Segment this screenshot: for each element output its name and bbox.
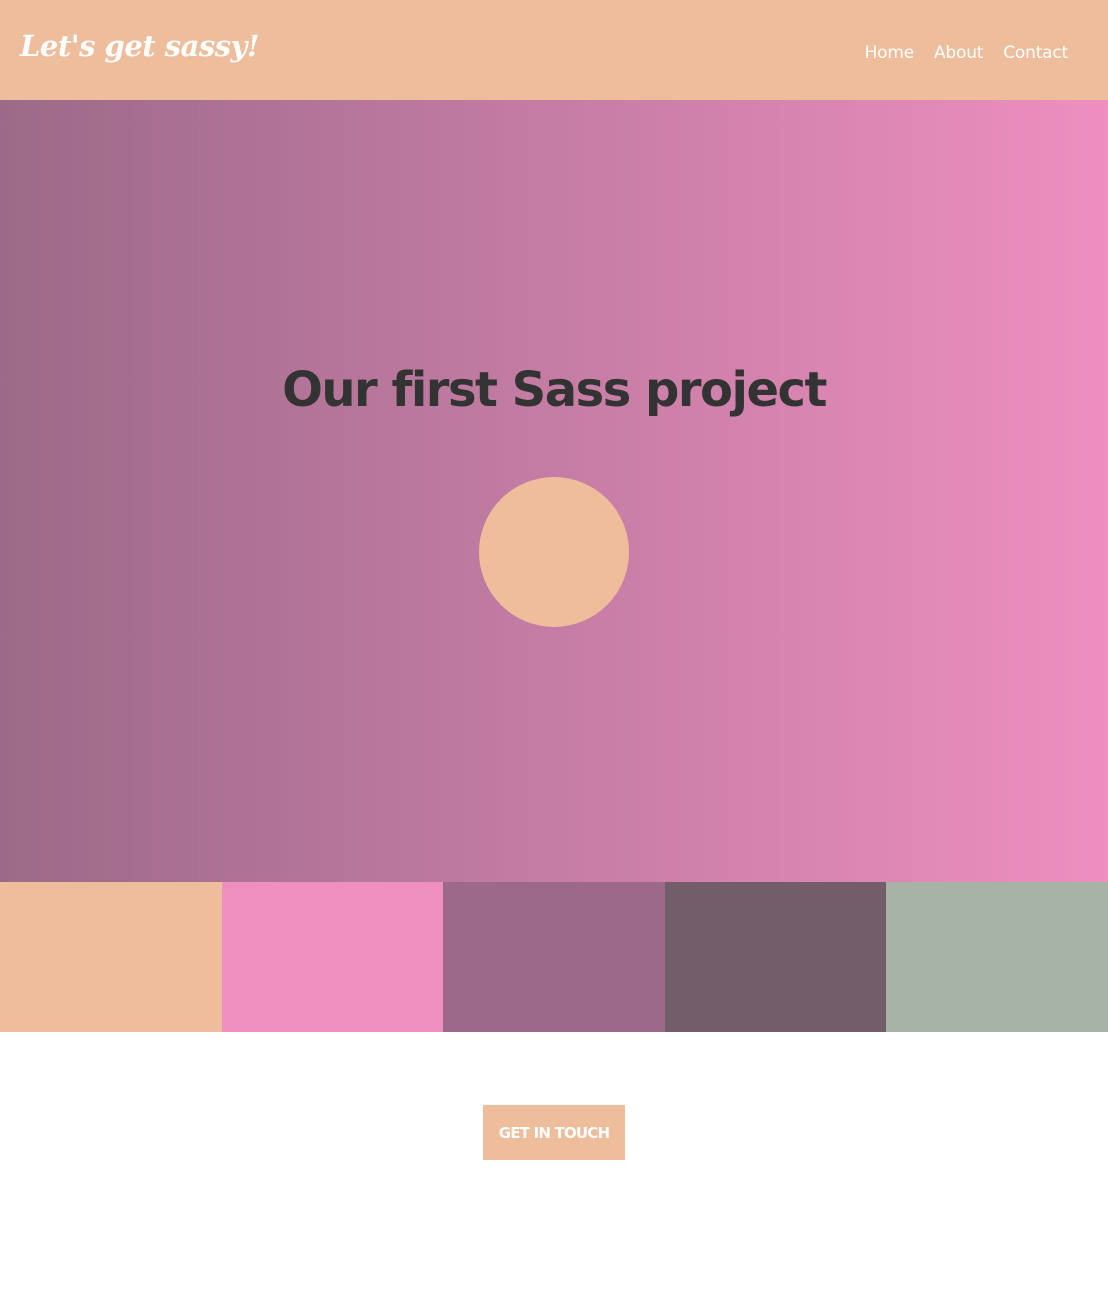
swatch-1 <box>0 882 222 1032</box>
nav-link-home[interactable]: Home <box>865 43 915 63</box>
swatch-3 <box>443 882 665 1032</box>
swatch-4 <box>664 882 887 1032</box>
site-logo[interactable]: Let's get sassy! <box>20 24 260 68</box>
swatch-2 <box>221 882 444 1032</box>
nav-link-about[interactable]: About <box>934 43 983 63</box>
site-header: Let's get sassy! Home About Contact <box>0 0 1108 100</box>
color-swatches <box>0 882 1108 1032</box>
hero-circle <box>479 477 629 627</box>
main-nav: Home About Contact <box>865 42 1069 64</box>
nav-item-home: Home <box>865 42 915 64</box>
nav-link-contact[interactable]: Contact <box>1003 43 1068 63</box>
hero-section: Our first Sass project <box>0 100 1108 882</box>
nav-item-about: About <box>934 42 983 64</box>
swatch-5 <box>886 882 1108 1032</box>
nav-item-contact: Contact <box>1003 42 1068 64</box>
hero-title: Our first Sass project <box>282 362 827 418</box>
get-in-touch-button[interactable]: GET IN TOUCH <box>483 1105 625 1160</box>
